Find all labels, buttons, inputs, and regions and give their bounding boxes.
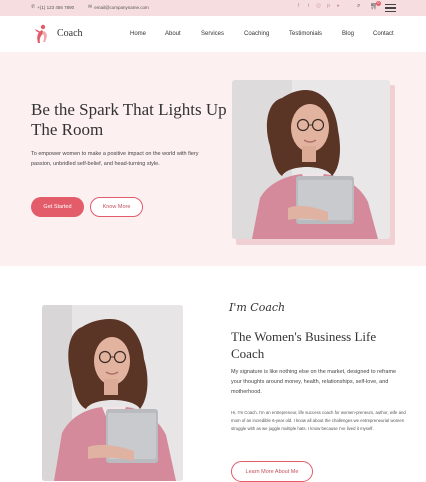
pinterest-icon[interactable]: p <box>326 3 331 9</box>
facebook-icon[interactable]: f <box>296 3 301 9</box>
search-icon[interactable]: ⌕ <box>357 3 360 10</box>
about-bio: Hi, I'm Coach. I'm an entrepreneur, life… <box>231 410 406 431</box>
hero-description: To empower women to make a positive impa… <box>31 151 199 167</box>
brand-name[interactable]: Coach <box>57 28 83 39</box>
nav-about[interactable]: About <box>165 31 181 37</box>
cart-count-badge: 0 <box>376 1 381 6</box>
phone-number: +(1) 123 456 7890 <box>37 4 75 10</box>
phone-contact[interactable]: ✆ +(1) 123 456 7890 <box>31 4 74 10</box>
nav-testimonials[interactable]: Testimonials <box>289 31 322 37</box>
twitter-icon[interactable]: t <box>306 3 311 9</box>
email-address: email@companyname.com <box>94 4 149 10</box>
know-more-button[interactable]: Know More <box>90 197 143 217</box>
nav-coaching[interactable]: Coaching <box>244 31 269 37</box>
email-icon: ✉ <box>88 4 93 10</box>
coach-logo-icon[interactable] <box>32 24 50 44</box>
nav-contact[interactable]: Contact <box>373 31 394 37</box>
social-links: f t ◎ p ▸ <box>296 3 341 9</box>
hero-title: Be the Spark That Lights Up The Room <box>31 100 227 139</box>
hamburger-menu-icon[interactable] <box>385 4 396 12</box>
about-description: My signature is like nothing else on the… <box>231 369 397 395</box>
nav-services[interactable]: Services <box>201 31 224 37</box>
about-coach-photo <box>42 305 183 481</box>
top-bar: ✆ +(1) 123 456 7890 ✉ email@companyname.… <box>0 0 426 16</box>
youtube-icon[interactable]: ▸ <box>336 3 341 9</box>
nav-home[interactable]: Home <box>130 31 146 37</box>
about-script-heading: I'm Coach <box>229 301 286 314</box>
about-title: The Women's Business Life Coach <box>231 329 377 361</box>
phone-icon: ✆ <box>31 4 36 10</box>
learn-more-button[interactable]: Learn More About Me <box>231 461 313 482</box>
get-started-button[interactable]: Get Started <box>31 197 84 217</box>
email-contact[interactable]: ✉ email@companyname.com <box>88 4 149 10</box>
nav-blog[interactable]: Blog <box>342 31 354 37</box>
instagram-icon[interactable]: ◎ <box>316 3 321 9</box>
hero-coach-photo <box>232 80 390 239</box>
